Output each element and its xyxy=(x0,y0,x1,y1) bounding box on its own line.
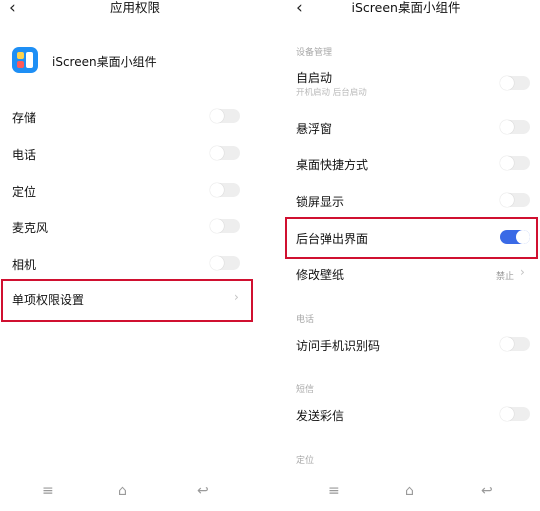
nav-menu-icon[interactable]: ≡ xyxy=(42,483,54,499)
section-device: 设备管理 xyxy=(296,48,333,58)
nav-menu-icon[interactable]: ≡ xyxy=(328,483,340,499)
perm-toggle-phone[interactable] xyxy=(210,146,240,160)
shortcut-label: 桌面快捷方式 xyxy=(296,158,369,172)
perm-row-storage[interactable]: 存储 xyxy=(0,106,270,126)
perm-row-phone[interactable]: 电话 xyxy=(0,143,270,163)
nav-home-icon[interactable]: ⌂ xyxy=(405,483,414,499)
lockscreen-toggle[interactable] xyxy=(500,193,530,207)
phone-id-toggle[interactable] xyxy=(500,337,530,351)
perm-label: 麦克风 xyxy=(12,221,49,235)
row-send-mms[interactable]: 发送彩信 xyxy=(272,405,540,425)
row-change-wallpaper[interactable]: 修改壁纸 禁止 › xyxy=(272,264,540,284)
highlight-box xyxy=(285,217,538,259)
nav-back-icon[interactable]: ↩ xyxy=(481,483,493,499)
nav-home-icon[interactable]: ⌂ xyxy=(118,483,127,499)
perm-row-microphone[interactable]: 麦克风 xyxy=(0,216,270,236)
autostart-sub: 开机启动 后台启动 xyxy=(296,88,367,98)
app-icon xyxy=(12,47,38,73)
row-desktop-shortcut[interactable]: 桌面快捷方式 xyxy=(272,153,540,173)
perm-toggle-camera[interactable] xyxy=(210,256,240,270)
section-sms: 短信 xyxy=(296,385,315,395)
perm-label: 相机 xyxy=(12,258,37,272)
perm-toggle-location[interactable] xyxy=(210,183,240,197)
perm-label: 存储 xyxy=(12,111,37,125)
app-name: iScreen桌面小组件 xyxy=(52,55,157,69)
nav-back-icon[interactable]: ↩ xyxy=(197,483,209,499)
header: ‹ 应用权限 xyxy=(0,0,270,26)
row-lockscreen-display[interactable]: 锁屏显示 xyxy=(272,190,540,210)
section-location: 定位 xyxy=(296,456,315,466)
row-phone-identifier[interactable]: 访问手机识别码 xyxy=(272,335,540,355)
mms-toggle[interactable] xyxy=(500,407,530,421)
row-floating-window[interactable]: 悬浮窗 xyxy=(272,117,540,137)
highlight-box xyxy=(1,279,253,322)
wallpaper-label: 修改壁纸 xyxy=(296,268,345,282)
perm-row-location[interactable]: 定位 xyxy=(0,180,270,200)
row-autostart[interactable]: 自启动 开机启动 后台启动 xyxy=(272,68,540,98)
perm-toggle-microphone[interactable] xyxy=(210,219,240,233)
autostart-label: 自启动 xyxy=(296,71,333,85)
autostart-toggle[interactable] xyxy=(500,76,530,90)
perm-label: 电话 xyxy=(12,148,37,162)
app-settings-screen: ‹ iScreen桌面小组件 设备管理 自启动 开机启动 后台启动 悬浮窗 桌面… xyxy=(272,0,540,511)
phone-id-label: 访问手机识别码 xyxy=(296,339,381,353)
section-phone: 电话 xyxy=(296,315,315,325)
floating-toggle[interactable] xyxy=(500,120,530,134)
page-title: iScreen桌面小组件 xyxy=(351,0,461,15)
permissions-screen: ‹ 应用权限 iScreen桌面小组件 存储 电话 定位 麦克风 相机 单项权限… xyxy=(0,0,270,511)
page-title: 应用权限 xyxy=(109,0,160,15)
floating-label: 悬浮窗 xyxy=(296,122,333,136)
shortcut-toggle[interactable] xyxy=(500,156,530,170)
lockscreen-label: 锁屏显示 xyxy=(296,195,345,209)
mms-label: 发送彩信 xyxy=(296,409,345,423)
perm-label: 定位 xyxy=(12,185,37,199)
wallpaper-value: 禁止 xyxy=(496,272,515,282)
perm-toggle-storage[interactable] xyxy=(210,109,240,123)
chevron-right-icon: › xyxy=(520,265,525,279)
perm-row-camera[interactable]: 相机 xyxy=(0,253,270,273)
header: ‹ iScreen桌面小组件 xyxy=(272,0,540,26)
